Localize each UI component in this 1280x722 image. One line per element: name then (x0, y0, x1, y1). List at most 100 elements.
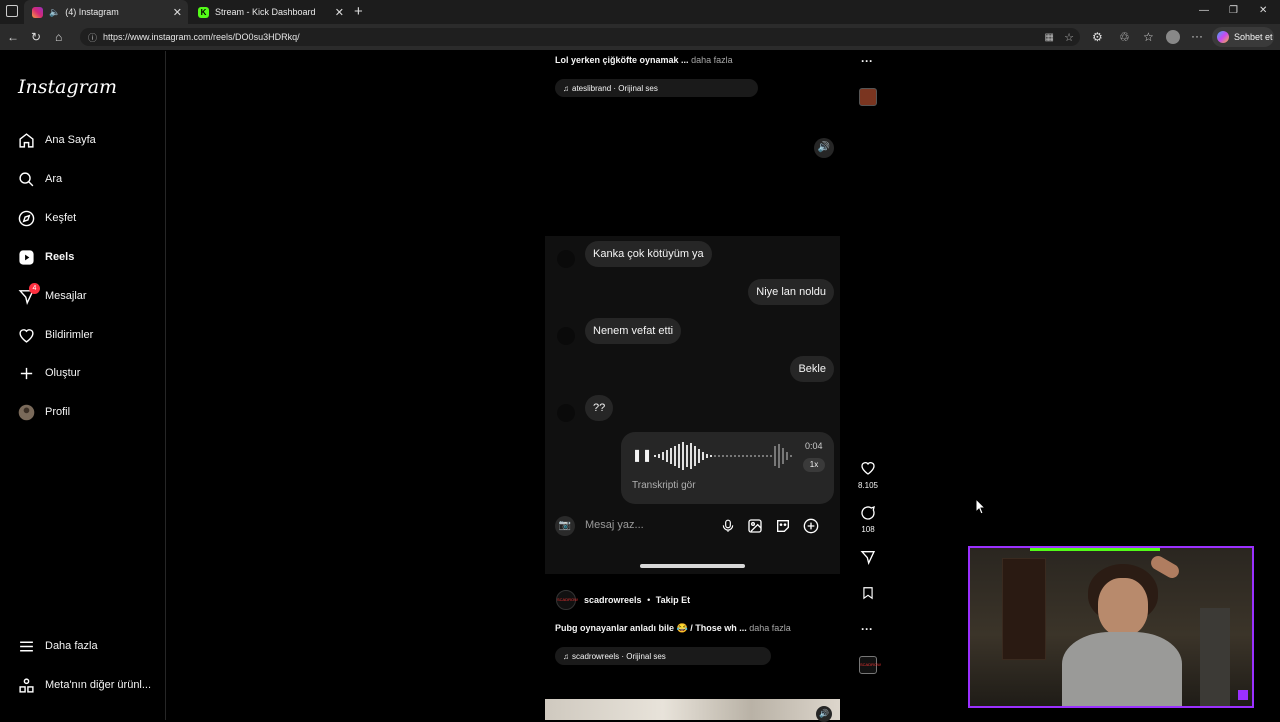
reels-icon (19, 249, 34, 265)
home-indicator (640, 564, 745, 568)
sidebar-item-label: Ara (45, 173, 63, 185)
sidebar-item-notifications[interactable]: Bildirimler (18, 323, 93, 347)
audio-thumbnail[interactable]: SCADROW (859, 656, 881, 674)
more-options-icon[interactable]: ··· (1191, 29, 1203, 43)
playback-speed-button[interactable]: 1x (803, 458, 825, 472)
new-tab-button[interactable]: + (354, 3, 363, 20)
audio-pill[interactable]: ♫ ateslibrand · Orijinal ses (555, 79, 758, 97)
sidebar-item-label: Profil (45, 406, 71, 418)
more-link[interactable]: daha fazla (749, 623, 791, 633)
webcam-frame-accent (1030, 548, 1160, 551)
tab-kick-dashboard[interactable]: K Stream - Kick Dashboard ✕ (190, 0, 350, 24)
sidebar-item-reels[interactable]: Reels (18, 245, 74, 269)
sidebar-item-more[interactable]: Daha fazla (18, 634, 98, 658)
message-input[interactable]: Mesaj yaz... (585, 519, 644, 531)
menu-icon (20, 641, 33, 651)
sidebar-item-label: Keşfet (45, 212, 77, 224)
transcript-link[interactable]: Transkripti gör (632, 480, 696, 491)
instagram-logo[interactable]: Instagram (18, 76, 117, 98)
url-bar[interactable]: ⓘ https://www.instagram.com/reels/DO0su3… (80, 28, 1080, 46)
site-info-icon[interactable]: ⓘ (88, 31, 97, 44)
pause-icon[interactable]: ❚❚ (632, 448, 652, 462)
profile-avatar[interactable] (1166, 30, 1180, 44)
chair (1200, 608, 1230, 706)
sidebar-item-label: Mesajlar (45, 290, 87, 302)
extensions-icon[interactable]: ⚙ (1092, 30, 1103, 44)
chat-message-sent: Bekle (790, 356, 834, 382)
voice-duration: 0:04 (805, 441, 823, 451)
stream-logo-icon (1238, 690, 1248, 700)
music-note-icon: ♫ (563, 651, 569, 661)
sticker-icon[interactable] (775, 518, 791, 534)
avatar (18, 404, 35, 420)
avatar[interactable]: SCADROW (556, 590, 578, 610)
split-screen-icon[interactable]: ▦ (1045, 32, 1054, 43)
username-link[interactable]: scadrowreels (584, 595, 642, 605)
separator: • (647, 595, 651, 605)
instagram-icon (32, 6, 43, 18)
camera-icon[interactable]: 📷 (555, 516, 575, 536)
sidebar-item-label: Reels (45, 251, 75, 263)
comment-count: 108 (861, 525, 875, 534)
comment-icon[interactable] (860, 505, 876, 521)
follow-button[interactable]: Takip Et (656, 595, 690, 605)
speaker-icon[interactable]: 🔈 (49, 7, 60, 18)
notification-badge: 4 (29, 283, 40, 294)
plus-icon (20, 367, 33, 379)
back-button[interactable]: ← (7, 30, 19, 44)
favorites-icon[interactable]: ☆ (1143, 30, 1154, 44)
favorite-star-icon[interactable]: ☆ (1064, 31, 1074, 44)
url-text: https://www.instagram.com/reels/DO0su3HD… (103, 32, 300, 42)
minimize-button[interactable]: — (1199, 5, 1209, 16)
chat-message-sent: Niye lan noldu (748, 279, 834, 305)
audio-pill[interactable]: ♫ scadrowreels · Orijinal ses (555, 647, 771, 665)
reel-caption: Lol yerken çiğköfte oynamak ... daha faz… (555, 55, 733, 65)
close-tab-icon[interactable]: ✕ (335, 6, 344, 19)
reel-author: scadrowreels • Takip Et (584, 595, 690, 605)
sidebar-item-home[interactable]: Ana Sayfa (18, 128, 96, 152)
shirt (1062, 632, 1182, 706)
add-circle-icon[interactable] (803, 518, 819, 534)
waveform (654, 442, 792, 470)
copilot-icon (1217, 31, 1229, 43)
reel-caption: Pubg oynayanlar anladı bile 😂 / Those wh… (555, 623, 791, 634)
tab-label: (4) Instagram (65, 7, 119, 17)
avatar (557, 404, 575, 422)
chat-message-received: ?? (585, 395, 614, 421)
next-reel-video[interactable] (545, 699, 840, 720)
sidebar-item-meta[interactable]: Meta'nın diğer ürünl... (18, 673, 151, 697)
maximize-button[interactable]: ❐ (1229, 5, 1238, 16)
sidebar-item-explore[interactable]: Keşfet (18, 206, 76, 230)
browser-essentials-icon[interactable]: ♲ (1119, 30, 1130, 44)
search-icon (19, 171, 34, 186)
more-link[interactable]: daha fazla (691, 55, 733, 65)
sidebar-item-search[interactable]: Ara (18, 167, 62, 191)
more-options-icon[interactable]: ··· (861, 622, 873, 636)
volume-icon[interactable]: 🔊 (814, 138, 834, 158)
tab-actions-icon[interactable] (6, 5, 18, 17)
compass-icon (18, 210, 35, 226)
like-heart-icon[interactable] (860, 460, 876, 476)
face (1098, 578, 1148, 636)
image-icon[interactable] (747, 518, 763, 534)
refresh-button[interactable]: ↻ (31, 30, 41, 44)
audio-label: ateslibrand · Orijinal ses (572, 83, 658, 93)
message-input-bar: 📷 Mesaj yaz... (553, 512, 833, 540)
copilot-label: Sohbet et (1234, 32, 1273, 42)
tab-instagram[interactable]: 🔈 (4) Instagram ✕ (24, 0, 188, 24)
close-tab-icon[interactable]: ✕ (173, 6, 182, 19)
webcam-overlay (968, 546, 1254, 708)
avatar (557, 250, 575, 268)
share-icon[interactable] (860, 549, 876, 565)
sidebar-item-profile[interactable]: Profil (18, 400, 70, 424)
sidebar-item-create[interactable]: Oluştur (18, 361, 80, 385)
copilot-chat-button[interactable]: Sohbet et (1212, 27, 1274, 47)
audio-label: scadrowreels · Orijinal ses (572, 651, 666, 661)
bookmark-icon[interactable] (861, 585, 875, 601)
more-options-icon[interactable]: ··· (861, 54, 873, 68)
microphone-icon[interactable] (721, 518, 735, 534)
close-window-button[interactable]: ✕ (1259, 5, 1267, 16)
heart-icon (19, 328, 34, 343)
home-button[interactable]: ⌂ (55, 30, 62, 44)
audio-thumbnail[interactable] (859, 88, 877, 106)
